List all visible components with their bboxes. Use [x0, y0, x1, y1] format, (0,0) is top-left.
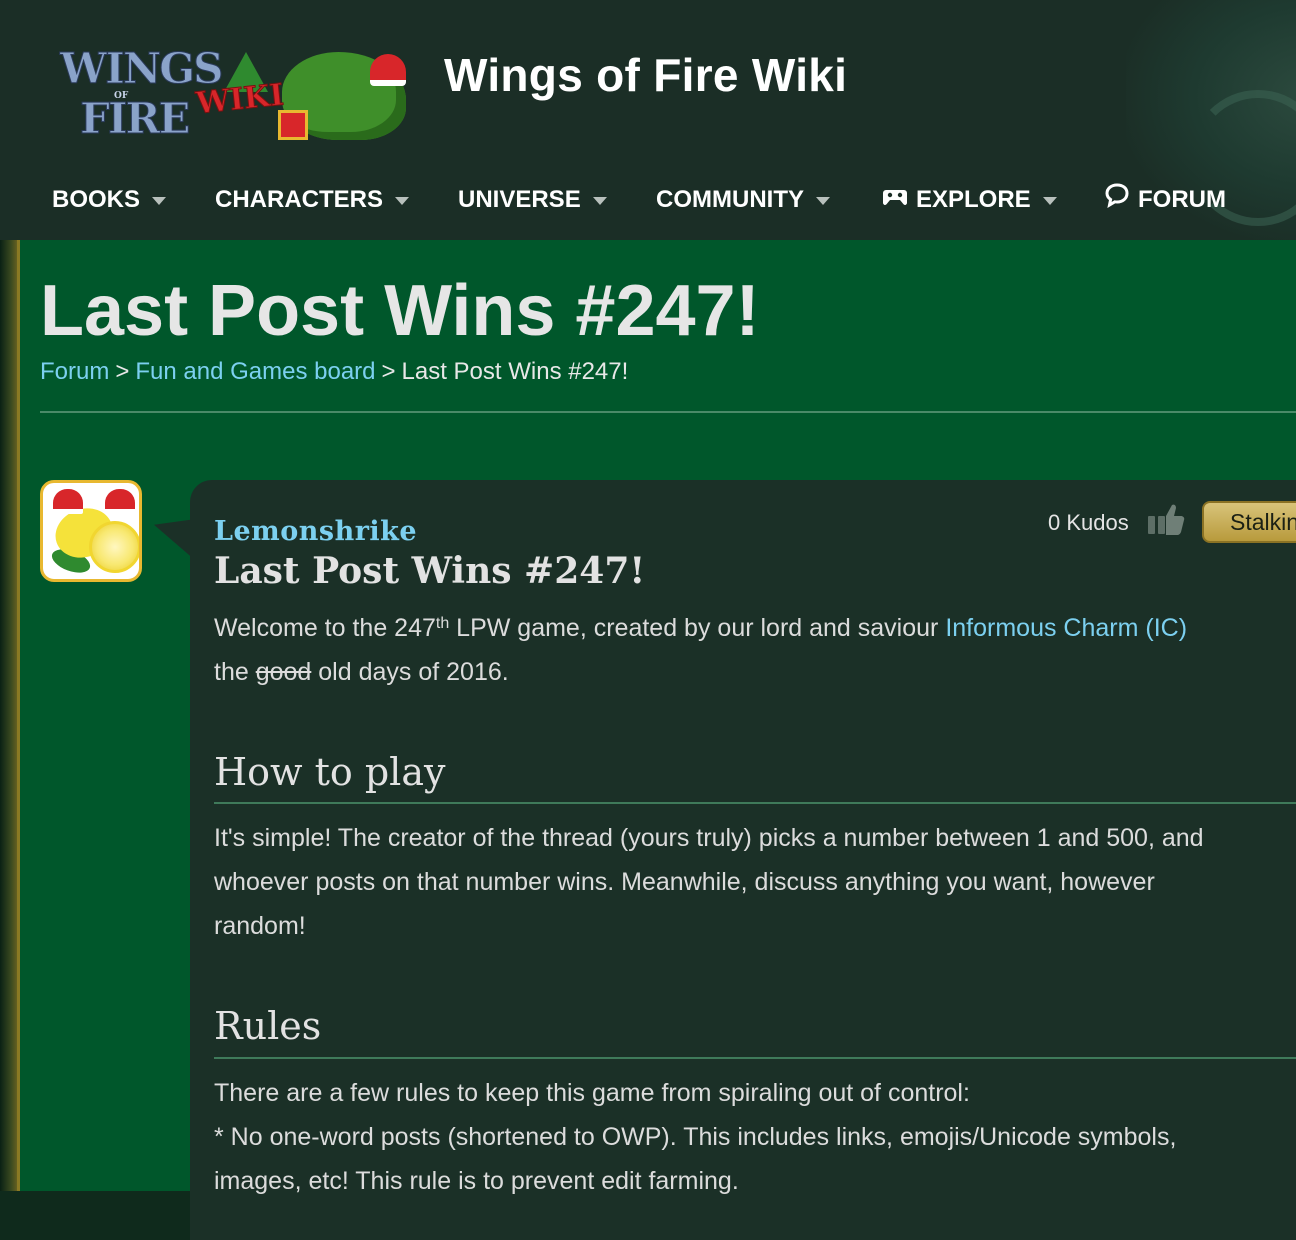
- thumbs-up-icon[interactable]: [1146, 502, 1186, 538]
- nav-universe[interactable]: UNIVERSE: [458, 178, 607, 222]
- chevron-down-icon: [152, 196, 167, 205]
- title-divider: [40, 411, 1296, 413]
- breadcrumb-separator: >: [381, 358, 396, 385]
- post-pointer: [154, 504, 194, 560]
- breadcrumb-current: Last Post Wins #247!: [401, 358, 629, 385]
- speech-bubble-icon: [1104, 179, 1130, 223]
- santa-hat-icon: [370, 54, 406, 86]
- breadcrumb-forum-link[interactable]: Forum: [40, 358, 109, 385]
- section-divider: [214, 802, 1296, 804]
- avatar[interactable]: [40, 480, 142, 582]
- main-content: Last Post Wins #247! Forum > Fun and Games…: [20, 240, 1296, 1240]
- section-heading-rules: Rules: [214, 1004, 322, 1048]
- gift-icon: [278, 110, 308, 140]
- breadcrumb-board-link[interactable]: Fun and Games board: [135, 358, 375, 385]
- site-header: WINGS OF FIRE WIKI Wings of Fire Wiki BO…: [0, 0, 1296, 240]
- breadcrumb-separator: >: [115, 358, 130, 385]
- post-intro: Welcome to the 247th LPW game, created b…: [214, 614, 1188, 686]
- site-logo[interactable]: WINGS OF FIRE WIKI: [56, 44, 412, 148]
- chevron-down-icon: [1042, 196, 1057, 205]
- forum-post: Lemonshrike Last Post Wins #247! 0 Kudos…: [190, 480, 1296, 1240]
- nav-forum[interactable]: FORUM: [1104, 178, 1226, 222]
- section-divider: [214, 1057, 1296, 1059]
- user-link-informous-charm[interactable]: Informous Charm (IC): [945, 614, 1187, 642]
- page-title: Last Post Wins #247!: [40, 271, 760, 351]
- gamepad-icon: [882, 179, 908, 223]
- section-heading-how-to-play: How to play: [214, 750, 446, 794]
- wings-of-fire-wordmark: WINGS OF FIRE: [59, 44, 223, 143]
- rules-text: There are a few rules to keep this game …: [214, 1079, 1177, 1195]
- nav-characters[interactable]: CHARACTERS: [215, 178, 409, 222]
- breadcrumb: Forum > Fun and Games board > Last Post Wins…: [40, 358, 628, 386]
- kudos-count: 0 Kudos: [1048, 510, 1129, 535]
- stalking-button[interactable]: Stalking: [1202, 501, 1296, 543]
- chevron-down-icon: [815, 196, 830, 205]
- site-title[interactable]: Wings of Fire Wiki: [444, 48, 847, 102]
- post-title: Last Post Wins #247!: [214, 550, 646, 592]
- chevron-down-icon: [592, 196, 607, 205]
- nav-books[interactable]: BOOKS: [52, 178, 167, 222]
- nav-community[interactable]: COMMUNITY: [656, 178, 830, 222]
- chevron-down-icon: [395, 196, 409, 205]
- how-to-play-text: It's simple! The creator of the thread (…: [214, 824, 1204, 940]
- nav-explore[interactable]: EXPLORE: [882, 178, 1057, 222]
- post-author-link[interactable]: Lemonshrike: [214, 516, 417, 547]
